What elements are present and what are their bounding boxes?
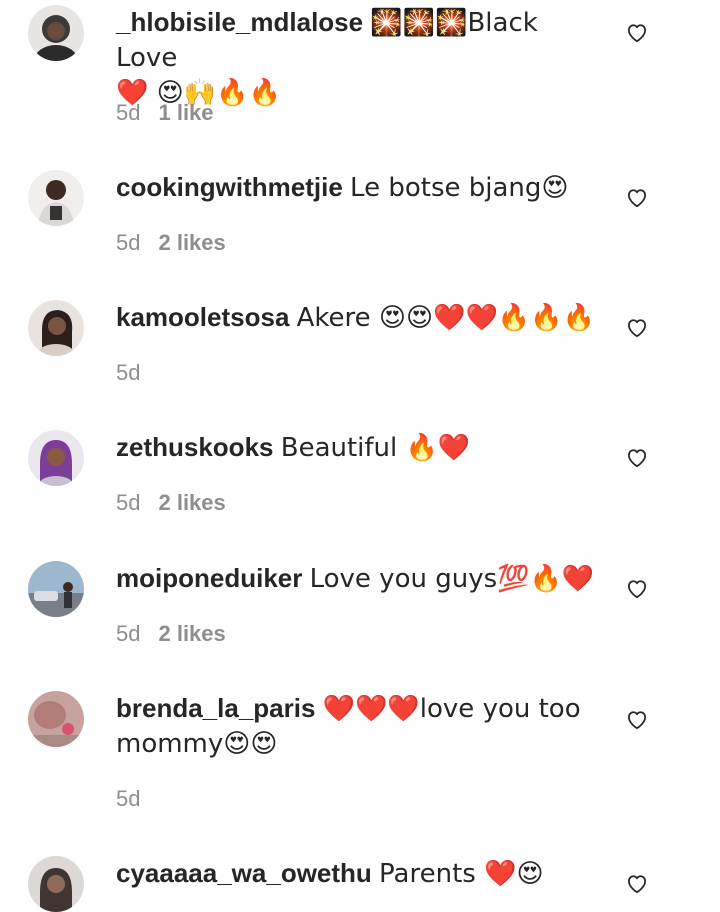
comment-text: moiponeduiker Love you guys💯🔥❤️ bbox=[116, 561, 596, 596]
comment-likes[interactable]: 2 likes bbox=[158, 230, 225, 255]
comment-time: 5d bbox=[116, 100, 141, 125]
comment-text: kamooletsosa Akere 😍😍❤️❤️🔥🔥🔥 bbox=[116, 300, 596, 335]
comment-body: Le botse bjang😍 bbox=[350, 173, 569, 203]
comment-meta: 5d 2 likes bbox=[116, 620, 226, 648]
comment-text: zethuskooks Beautiful 🔥❤️ bbox=[116, 430, 596, 465]
comment-time: 5d bbox=[116, 230, 141, 255]
comment-username[interactable]: cyaaaaa_wa_owethu bbox=[116, 858, 372, 888]
comment-time: 5d bbox=[116, 621, 141, 646]
comment-body: Love you guys💯🔥❤️ bbox=[309, 564, 595, 594]
comment-username[interactable]: brenda_la_paris bbox=[116, 693, 315, 723]
comment-username[interactable]: moiponeduiker bbox=[116, 563, 302, 593]
comment-likes[interactable]: 2 likes bbox=[158, 621, 225, 646]
avatar[interactable] bbox=[28, 691, 84, 747]
comment-body-line2: mommy😍😍 bbox=[116, 729, 278, 759]
heart-outline-icon[interactable] bbox=[624, 184, 650, 210]
comment-body: ❤️❤️❤️love you too bbox=[322, 694, 581, 724]
comment-time: 5d bbox=[116, 490, 141, 515]
comment-username[interactable]: kamooletsosa bbox=[116, 302, 289, 332]
comment-meta: 5d 1 like bbox=[116, 99, 214, 127]
comment-likes[interactable]: 2 likes bbox=[158, 490, 225, 515]
comment-meta: 5d bbox=[116, 359, 140, 387]
heart-outline-icon[interactable] bbox=[624, 19, 650, 45]
heart-outline-icon[interactable] bbox=[624, 706, 650, 732]
comment-time: 5d bbox=[116, 360, 141, 385]
heart-outline-icon[interactable] bbox=[624, 444, 650, 470]
comment-time: 5d bbox=[116, 786, 141, 811]
comment-username[interactable]: cookingwithmetjie bbox=[116, 172, 343, 202]
comment-body: Akere 😍😍❤️❤️🔥🔥🔥 bbox=[296, 303, 596, 333]
avatar[interactable] bbox=[28, 430, 84, 486]
avatar[interactable] bbox=[28, 561, 84, 617]
comment-text: cyaaaaa_wa_owethu Parents ❤️😍 bbox=[116, 856, 596, 891]
avatar[interactable] bbox=[28, 170, 84, 226]
comment-text: _hlobisile_mdlalose 🎇🎇🎇Black Love ❤️ 😍🙌🔥… bbox=[116, 5, 596, 110]
comment-body: Parents ❤️😍 bbox=[379, 859, 544, 889]
avatar[interactable] bbox=[28, 5, 84, 61]
comment-meta: 5d 2 likes bbox=[116, 229, 226, 257]
heart-outline-icon[interactable] bbox=[624, 575, 650, 601]
comment-body: Beautiful 🔥❤️ bbox=[280, 433, 471, 463]
heart-outline-icon[interactable] bbox=[624, 870, 650, 896]
comment-meta: 5d 2 likes bbox=[116, 489, 226, 517]
comment-likes[interactable]: 1 like bbox=[158, 100, 213, 125]
avatar[interactable] bbox=[28, 856, 84, 912]
comment-username[interactable]: _hlobisile_mdlalose bbox=[116, 7, 363, 37]
avatar[interactable] bbox=[28, 300, 84, 356]
comment-meta: 5d bbox=[116, 785, 140, 813]
comment-text: cookingwithmetjie Le botse bjang😍 bbox=[116, 170, 596, 205]
heart-outline-icon[interactable] bbox=[624, 314, 650, 340]
comment-text: brenda_la_paris ❤️❤️❤️love you too mommy… bbox=[116, 691, 596, 761]
comment-username[interactable]: zethuskooks bbox=[116, 432, 274, 462]
